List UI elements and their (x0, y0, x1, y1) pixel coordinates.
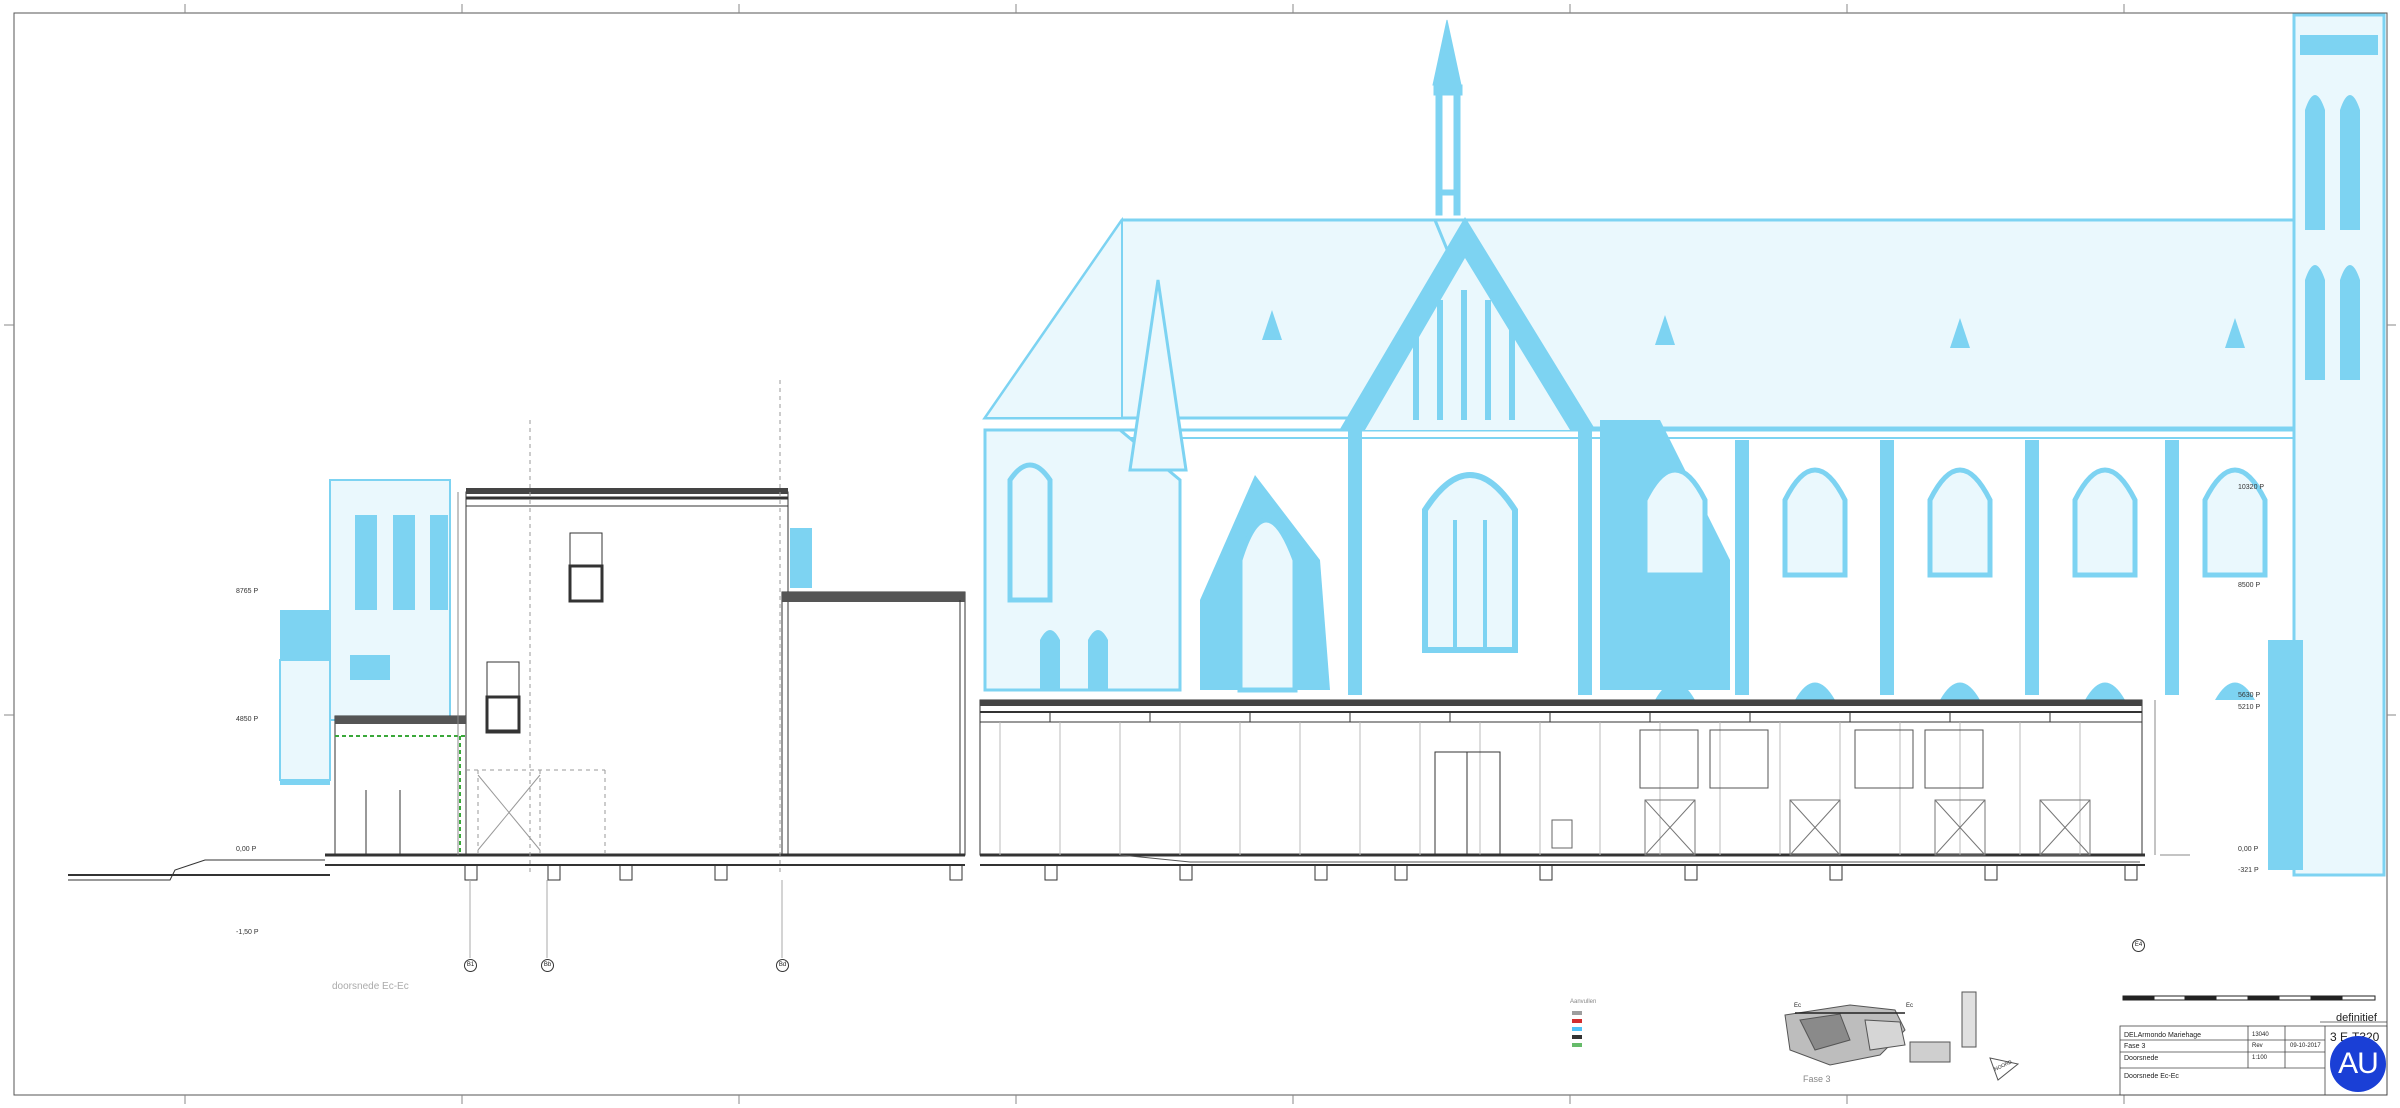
level-marker: 5210 P (2238, 704, 2261, 711)
drawing-date: 09-10-2017 (2290, 1043, 2321, 1049)
level-marker: 8765 P (236, 588, 259, 595)
legend-title: Aanvullen (1570, 999, 1597, 1005)
legend-item (1572, 1042, 1586, 1048)
legend-item (1572, 1034, 1586, 1040)
job-number: 13040 (2252, 1032, 2269, 1038)
level-marker: 0,00 P (2238, 846, 2259, 853)
project-phase: Fase 3 (2124, 1043, 2146, 1050)
drawing-scale: 1:100 (2252, 1055, 2268, 1061)
keyplan (1784, 991, 2020, 1081)
grid-bubble: Bd (776, 959, 789, 972)
level-marker: 10320 P (2238, 484, 2265, 491)
sheet-title: Doorsnede Ec-Ec (2124, 1073, 2179, 1080)
keyplan-marker: Ec (1794, 1003, 1802, 1009)
drawing-view: Doorsnede (2124, 1055, 2159, 1062)
legend-item (1572, 1026, 1586, 1032)
keyplan-marker: Ec (1906, 1003, 1914, 1009)
scale-bar (2122, 995, 2376, 1001)
existing-church (279, 13, 2386, 877)
level-marker: -321 P (2238, 867, 2259, 874)
grid-bubble: B1 (464, 959, 477, 972)
section-drawing (4, 4, 2396, 1104)
keyplan-label: Fase 3 (1803, 1074, 1831, 1084)
legend-item (1572, 1010, 1586, 1016)
project-name: DELArmondo Mariehage (2124, 1032, 2202, 1039)
view-label: doorsnede Ec-Ec (332, 981, 409, 992)
drawing-status: definitief (2336, 1012, 2377, 1024)
legend-item (1572, 1018, 1586, 1024)
level-marker: 5630 P (2238, 692, 2261, 699)
level-marker: -1,50 P (236, 929, 259, 936)
level-marker: 0,00 P (236, 846, 257, 853)
company-logo: AU (2330, 1036, 2386, 1092)
grid-bubble: E4 (2132, 939, 2145, 952)
revision: Rev (2252, 1043, 2263, 1049)
level-marker: 4850 P (236, 716, 259, 723)
level-marker: 8500 P (2238, 582, 2261, 589)
grid-bubble: Bb (541, 959, 554, 972)
